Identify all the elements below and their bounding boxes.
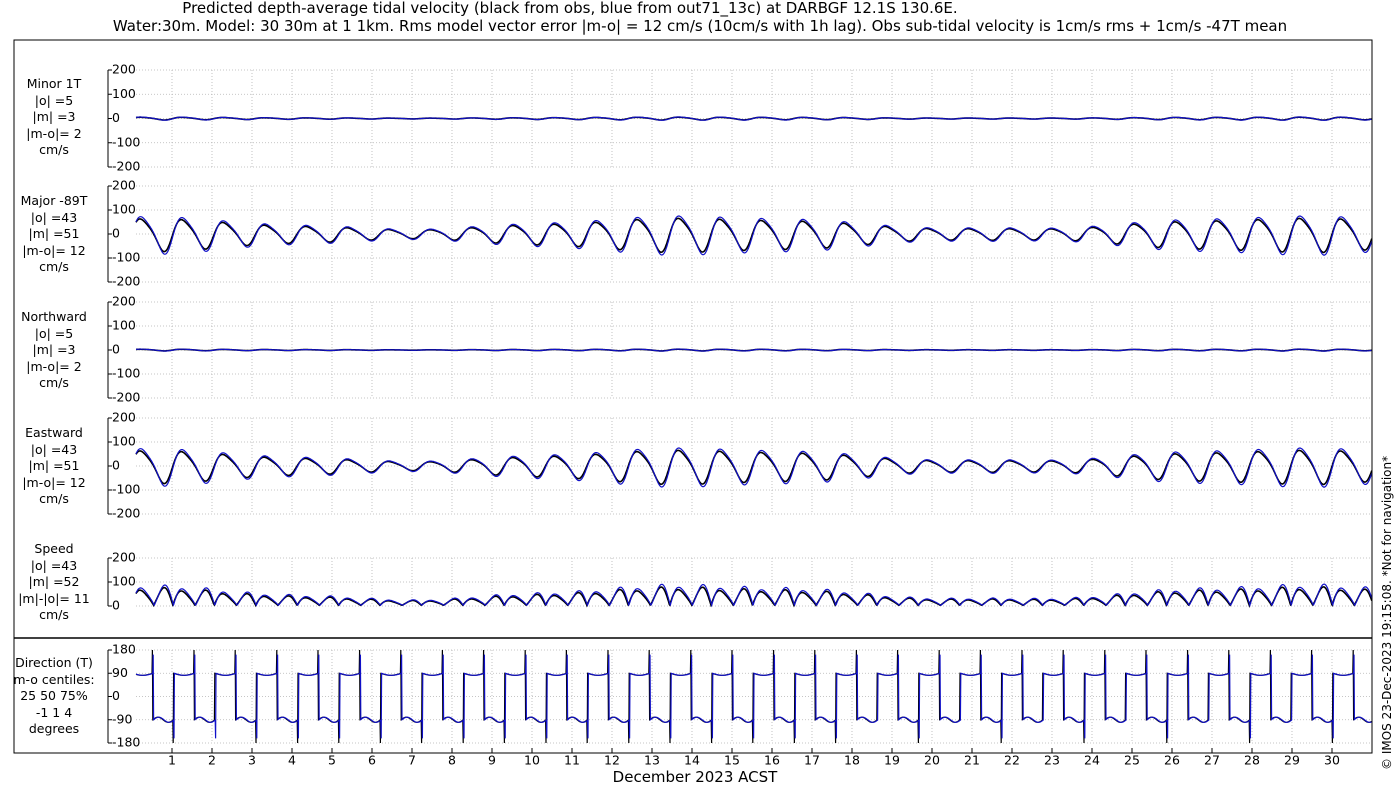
x-tick-label: 9	[488, 753, 496, 768]
x-tick-label: 2	[208, 753, 216, 768]
x-tick-label: 21	[964, 753, 980, 768]
y-tick-label: 200	[112, 410, 136, 425]
y-tick-label: 0	[112, 458, 120, 473]
y-tick-label: -200	[112, 159, 140, 174]
series-model	[135, 447, 1373, 488]
x-tick-label: 3	[248, 753, 256, 768]
x-tick-label: 8	[448, 753, 456, 768]
y-tick-label: 0	[112, 688, 120, 703]
y-tick-label: 0	[112, 110, 120, 125]
x-tick-label: 23	[1044, 753, 1060, 768]
y-tick-label: -100	[112, 250, 140, 265]
copyright-stamp: © IMOS 23-Dec-2023 19:15:08. *Not for na…	[1380, 455, 1394, 770]
x-tick-label: 15	[724, 753, 740, 768]
x-tick-label: 27	[1204, 753, 1220, 768]
x-tick-label: 17	[804, 753, 820, 768]
x-tick-label: 28	[1244, 753, 1260, 768]
y-tick-label: 200	[112, 294, 136, 309]
y-tick-label: 200	[112, 178, 136, 193]
x-tick-label: 29	[1284, 753, 1300, 768]
y-tick-label: 180	[112, 642, 136, 657]
x-tick-label: 30	[1324, 753, 1340, 768]
x-tick-label: 6	[368, 753, 376, 768]
y-tick-label: 0	[112, 598, 120, 613]
y-tick-label: 90	[112, 665, 128, 680]
x-tick-label: 22	[1004, 753, 1020, 768]
x-tick-label: 12	[604, 753, 620, 768]
x-tick-label: 13	[644, 753, 660, 768]
y-tick-label: 200	[112, 62, 136, 77]
x-tick-label: 16	[764, 753, 780, 768]
series-model	[135, 215, 1373, 256]
y-tick-label: 0	[112, 226, 120, 241]
x-tick-label: 10	[524, 753, 540, 768]
x-tick-label: 4	[288, 753, 296, 768]
y-tick-label: -200	[112, 274, 140, 289]
x-tick-label: 5	[328, 753, 336, 768]
y-tick-label: 100	[112, 574, 136, 589]
y-tick-label: -100	[112, 134, 140, 149]
y-tick-label: 100	[112, 318, 136, 333]
y-tick-label: -180	[112, 735, 140, 750]
x-tick-label: 24	[1084, 753, 1100, 768]
y-tick-label: 0	[112, 342, 120, 357]
tidal-velocity-chart: 2001000-100-2002001000-100-2002001000-10…	[13, 39, 1373, 768]
y-tick-label: -90	[112, 711, 132, 726]
x-tick-label: 19	[884, 753, 900, 768]
chart-frame	[13, 39, 1373, 754]
x-tick-label: 11	[564, 753, 580, 768]
y-tick-label: -200	[112, 506, 140, 521]
y-tick-label: 100	[112, 86, 136, 101]
x-axis-label: December 2023 ACST	[612, 768, 778, 786]
x-tick-label: 20	[924, 753, 940, 768]
y-tick-label: -200	[112, 390, 140, 405]
y-tick-label: 100	[112, 434, 136, 449]
x-tick-label: 1	[168, 753, 176, 768]
x-tick-label: 18	[844, 753, 860, 768]
x-tick-label: 7	[408, 753, 416, 768]
x-tick-label: 26	[1164, 753, 1180, 768]
y-tick-label: 100	[112, 202, 136, 217]
x-tick-label: 14	[684, 753, 700, 768]
y-tick-label: -100	[112, 366, 140, 381]
y-tick-label: -100	[112, 482, 140, 497]
y-tick-label: 200	[112, 550, 136, 565]
x-tick-label: 25	[1124, 753, 1140, 768]
